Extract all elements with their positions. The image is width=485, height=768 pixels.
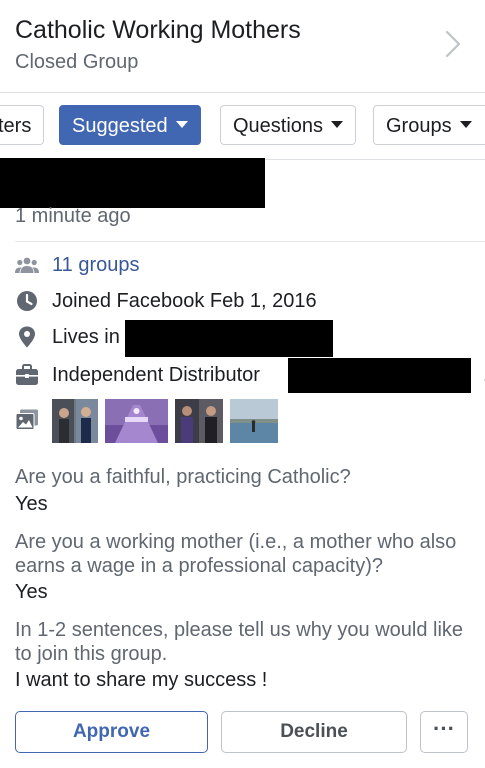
answer-3: I want to share my success ! [15, 669, 268, 691]
group-name: Catholic Working Mothers [15, 16, 301, 44]
filter-chip-questions-label: Questions [233, 115, 324, 137]
photo-icon [15, 409, 38, 430]
question-3: In 1-2 sentences, please tell us why you… [15, 619, 464, 665]
group-header[interactable]: Catholic Working Mothers Closed Group [0, 0, 485, 93]
photo-thumbnail-4[interactable] [230, 399, 278, 443]
redacted-location [125, 320, 333, 357]
filter-chip-groups-label: Groups [386, 115, 452, 137]
request-timestamp: 1 minute ago [15, 205, 131, 227]
member-joined-text: Joined Facebook Feb 1, 2016 [52, 290, 317, 312]
people-icon [15, 257, 39, 273]
question-2: Are you a working mother (i.e., a mother… [15, 531, 457, 577]
photo-thumbnail-1[interactable] [52, 399, 98, 443]
decline-button[interactable]: Decline [221, 711, 407, 753]
redacted-member-name [0, 158, 265, 208]
filter-chip-questions[interactable]: Questions [220, 105, 357, 145]
caret-down-icon [459, 121, 472, 129]
answer-1: Yes [15, 493, 48, 515]
caret-down-icon [175, 121, 188, 129]
answer-2: Yes [15, 581, 48, 603]
photo-thumbnail-3[interactable] [175, 399, 223, 443]
member-groups-link[interactable]: 11 groups [52, 251, 139, 279]
photo-thumbnail-2[interactable] [105, 399, 168, 443]
question-1: Are you a faithful, practicing Catholic? [15, 466, 351, 488]
clock-icon [17, 291, 37, 311]
approve-button[interactable]: Approve [15, 711, 208, 753]
filter-chip-groups[interactable]: Groups [373, 105, 485, 145]
filter-chip-suggested[interactable]: Suggested [59, 105, 201, 145]
filter-chip-partial-label: ters [0, 115, 32, 137]
caret-down-icon [331, 121, 344, 129]
more-options-button[interactable]: ··· [420, 711, 468, 753]
group-privacy-label: Closed Group [15, 51, 139, 73]
redacted-employer [288, 358, 471, 393]
briefcase-icon [16, 364, 38, 385]
location-pin-icon [19, 326, 35, 348]
filter-chip-partial[interactable]: ters [0, 105, 45, 145]
chevron-right-icon[interactable] [445, 30, 461, 58]
member-work-text: Independent Distributor [52, 364, 260, 386]
filter-chip-suggested-label: Suggested [72, 115, 168, 137]
member-location-label: Lives in [52, 326, 120, 348]
filter-bar: ters Suggested Questions Groups [0, 93, 485, 160]
divider [15, 241, 485, 242]
